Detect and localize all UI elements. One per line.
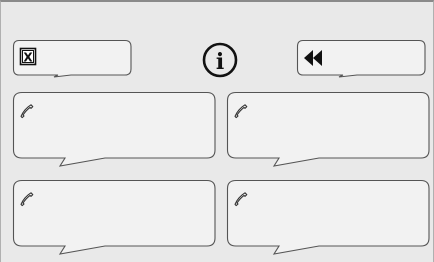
rewind-button[interactable] <box>296 39 427 78</box>
speed-dial-slot-2[interactable] <box>226 91 431 167</box>
close-label: X <box>23 51 33 65</box>
speed-dial-slot-3[interactable] <box>12 179 217 255</box>
info-icon[interactable]: i <box>201 41 239 79</box>
close-box-icon: X <box>19 47 37 66</box>
speed-dial-slot-4[interactable] <box>226 179 431 255</box>
info-label: i <box>216 49 224 75</box>
phone-screen: X i <box>0 0 434 262</box>
speed-dial-slot-1[interactable] <box>12 91 217 167</box>
close-button[interactable]: X <box>12 39 133 78</box>
